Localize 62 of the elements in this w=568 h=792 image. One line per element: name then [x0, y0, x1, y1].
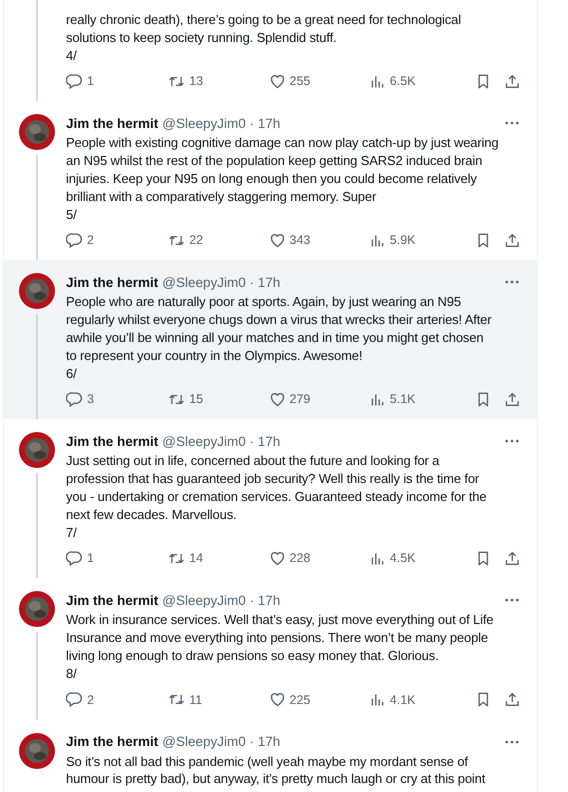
heart-icon[interactable] — [268, 72, 286, 90]
heart-icon[interactable] — [268, 390, 286, 408]
avatar[interactable] — [18, 272, 56, 310]
author-handle[interactable]: @SleepyJim0 · 17h — [162, 434, 280, 449]
like-count: 255 — [290, 74, 310, 88]
like-count: 279 — [290, 392, 310, 406]
more-icon[interactable] — [505, 439, 519, 444]
share-icon[interactable] — [504, 390, 521, 408]
reply-icon[interactable] — [66, 232, 83, 249]
repost-count: 14 — [189, 551, 204, 566]
avatar[interactable] — [18, 113, 56, 152]
view-count: 4.5K — [390, 551, 416, 566]
tweet-text: Work in insurance services. Well that’s easy, just move everything out of Life Insurance and move everything into pensions. There won’t be many people living long enough to draw pensions so easy money that. Glorious. 8/ — [66, 611, 494, 683]
author-handle[interactable]: @SleepyJim0 · 17h — [162, 274, 280, 290]
reply-count: 2 — [87, 692, 94, 707]
tweet-text: So it’s not all bad this pandemic (well yeah maybe my mordant sense of humour is pretty bad), but anyway, it’s pretty much laugh or cry at this point — [66, 752, 486, 788]
view-count: 4.1K — [390, 692, 416, 707]
author-name[interactable]: Jim the hermit — [66, 734, 158, 750]
author-handle[interactable]: @SleepyJim0 · 17h — [162, 592, 280, 608]
repost-count: 13 — [189, 74, 204, 88]
author-handle[interactable]: @SleepyJim0 · 17h — [162, 116, 280, 131]
like-count: 228 — [290, 551, 310, 566]
heart-icon[interactable] — [268, 550, 286, 567]
author-handle[interactable]: @SleepyJim0 · 17h — [162, 734, 280, 750]
like-count: 343 — [290, 233, 310, 248]
view-count: 6.5K — [390, 74, 416, 88]
reply-icon[interactable] — [66, 72, 83, 90]
share-icon[interactable] — [504, 550, 521, 567]
repost-count: 11 — [189, 692, 202, 707]
tweet-text: Just setting out in life, concerned about the future and looking for a profession that has guaranteed job security? Well this really is the time for you - undertaking or cremation services. Guaranteed steady income for the next few decades. Marvellous. 7/ — [66, 452, 488, 542]
more-icon[interactable] — [505, 598, 519, 602]
reply-icon[interactable] — [66, 390, 83, 408]
author-name[interactable]: Jim the hermit — [66, 274, 158, 290]
reply-count: 3 — [87, 392, 94, 406]
heart-icon[interactable] — [268, 691, 286, 708]
reply-icon[interactable] — [66, 691, 83, 708]
avatar[interactable] — [18, 590, 56, 628]
share-icon[interactable] — [504, 232, 521, 249]
view-count: 5.9K — [390, 233, 416, 248]
reply-count: 1 — [87, 74, 94, 88]
tweet-text: really chronic death), there’s going to be a great need for technological solutions to keep society running. Splendid stuff. 4/ — [66, 11, 462, 64]
share-icon[interactable] — [504, 72, 521, 90]
repost-count: 15 — [189, 392, 204, 406]
avatar[interactable] — [18, 431, 56, 470]
reply-icon[interactable] — [66, 550, 83, 567]
like-count: 225 — [290, 692, 310, 707]
tweet-text: People who are naturally poor at sports. Again, by just wearing an N95 regularly whilst everyone chugs down a virus that wrecks their arteries! After awhile you’ll be winning all your matches and in time you might get chosen to represent your country in the Olympics. Awesome! 6/ — [66, 293, 492, 382]
tweet-card[interactable] — [4, 260, 537, 420]
more-icon[interactable] — [505, 740, 519, 744]
reply-count: 2 — [87, 233, 94, 248]
author-name[interactable]: Jim the hermit — [66, 116, 158, 131]
more-icon[interactable] — [505, 121, 519, 126]
avatar[interactable] — [18, 732, 56, 770]
heart-icon[interactable] — [268, 232, 286, 249]
tweet-text: People with existing cognitive damage can now play catch-up by just wearing an N95 whilst the rest of the population keep getting SARS2 induced brain injuries. Keep your N95 on long enough then you could become relatively brilliant with a comparatively staggering memory. Super 5/ — [66, 134, 500, 224]
author-name[interactable]: Jim the hermit — [66, 434, 158, 449]
reply-count: 1 — [87, 551, 94, 566]
more-icon[interactable] — [505, 280, 519, 284]
repost-count: 22 — [189, 233, 204, 248]
author-name[interactable]: Jim the hermit — [66, 592, 158, 608]
view-count: 5.1K — [390, 392, 416, 406]
share-icon[interactable] — [504, 691, 521, 708]
